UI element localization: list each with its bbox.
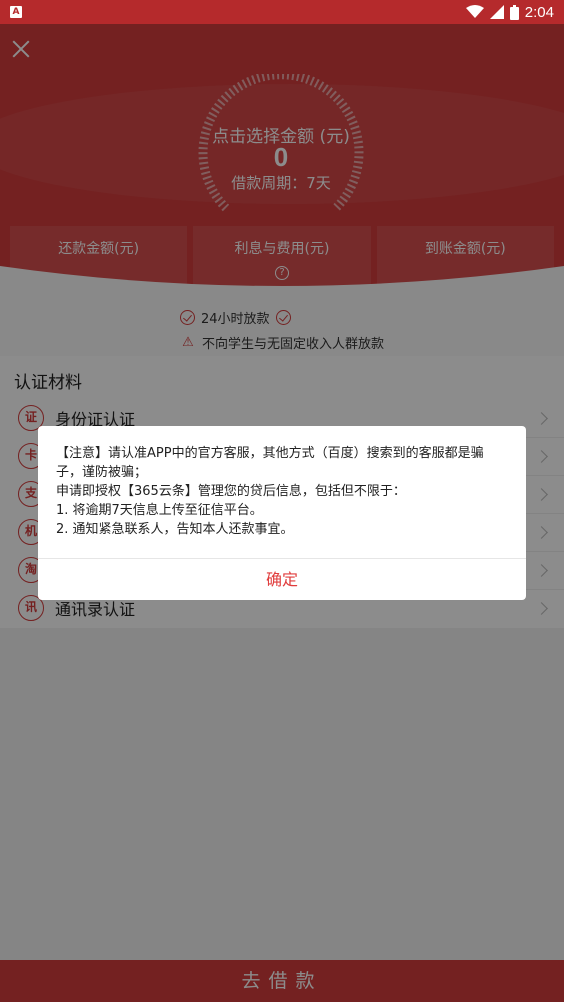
confirm-button[interactable]: 确定	[38, 559, 526, 600]
status-right: 2:04	[465, 3, 554, 21]
dialog-body: 【注意】请认准APP中的官方客服，其他方式（百度）搜索到的客服都是骗子，谨防被骗…	[56, 444, 508, 539]
notification-a-icon: A	[10, 6, 22, 18]
dialog-line-4: 2. 通知紧急联系人，告知本人还款事宜。	[56, 522, 294, 537]
dialog-line-2: 申请即授权【365云条】管理您的贷后信息，包括但不限于：	[56, 484, 406, 499]
status-time: 2:04	[524, 3, 554, 21]
wifi-icon	[465, 5, 484, 18]
status-bar: A 2:04	[0, 0, 564, 24]
notice-dialog: 【注意】请认准APP中的官方客服，其他方式（百度）搜索到的客服都是骗子，谨防被骗…	[38, 426, 526, 600]
signal-icon	[489, 5, 504, 19]
battery-icon	[509, 4, 519, 20]
dialog-line-3: 1. 将逾期7天信息上传至征信平台。	[56, 503, 263, 518]
dialog-line-1: 【注意】请认准APP中的官方客服，其他方式（百度）搜索到的客服都是骗子，谨防被骗…	[56, 446, 484, 480]
